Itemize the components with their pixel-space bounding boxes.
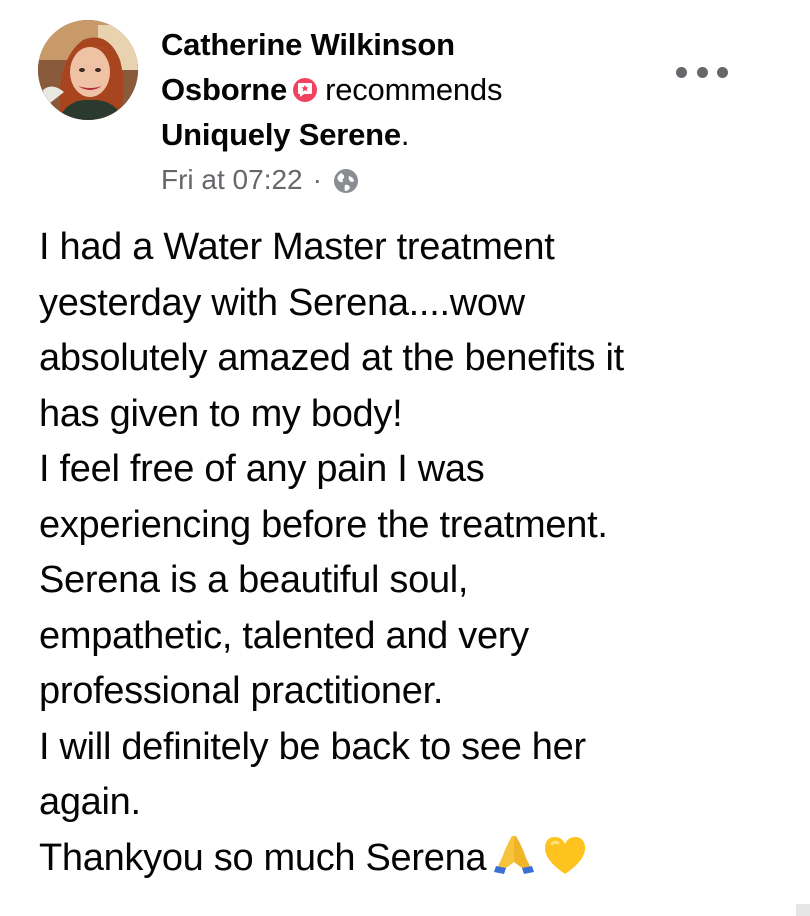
author-name-line2: Osborne (161, 72, 288, 107)
timestamp[interactable]: Fri at 07:22 (161, 160, 303, 200)
body-line: Serena is a beautiful soul, (39, 559, 469, 601)
more-options-icon (676, 66, 687, 78)
meta-separator: · (312, 164, 322, 195)
body-line: absolutely amazed at the benefits it (39, 337, 624, 379)
more-options-dot (696, 66, 708, 78)
profile-photo-avatar (38, 20, 138, 120)
recommendation-post: Catherine Wilkinson Osborne recommends Un… (0, 0, 810, 916)
yellow-heart-emoji (542, 834, 588, 893)
page-name-period: . (400, 117, 410, 152)
body-line: empathetic, talented and very (39, 614, 529, 657)
post-body: I had a Water Master treatment yesterday… (39, 220, 779, 892)
body-line: has given to my body! (39, 392, 403, 435)
more-options-button[interactable] (676, 58, 728, 86)
body-line: professional practitioner. (39, 670, 444, 712)
globe-icon[interactable] (332, 166, 360, 194)
author-name-line1: Catherine Wilkinson (161, 27, 455, 62)
page-link[interactable]: Uniquely Serene (161, 117, 401, 152)
folded-hands-emoji (492, 832, 536, 893)
body-line: I had a Water Master treatment (39, 226, 555, 268)
avatar[interactable] (38, 20, 138, 120)
more-options-dot (717, 66, 728, 78)
recommendation-badge-icon (293, 78, 318, 102)
body-line: Thankyou so much Serena (39, 836, 487, 879)
body-line: I will definitely be back to see her (39, 725, 586, 768)
post-header: Catherine Wilkinson Osborne recommends Un… (161, 22, 701, 157)
body-line: again. (39, 781, 141, 823)
body-line: yesterday with Serena....wow (39, 281, 525, 324)
action-text: recommends (325, 72, 503, 107)
body-line: experiencing before the treatment. (39, 503, 608, 546)
post-meta: Fri at 07:22 · (161, 160, 360, 200)
screenshot-corner-artifact (796, 904, 810, 916)
body-line: I feel free of any pain I was (39, 448, 485, 490)
body-line-closing: Thankyou so much Serena (39, 831, 779, 893)
